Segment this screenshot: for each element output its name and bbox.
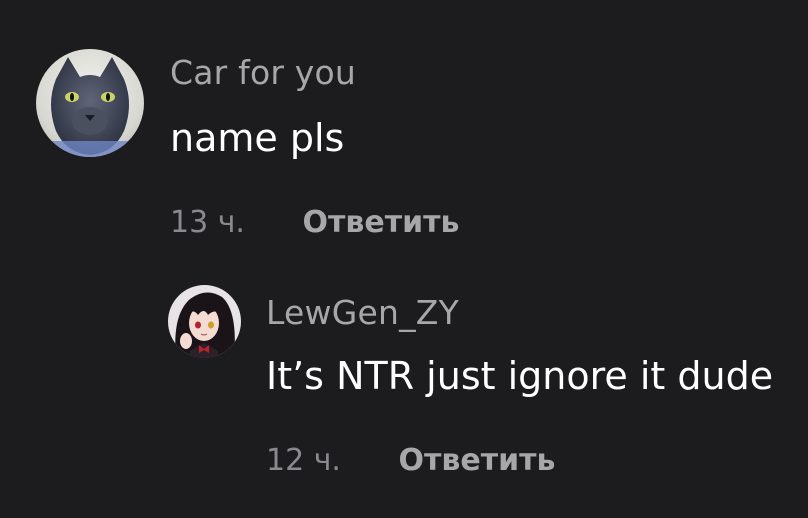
reply-button[interactable]: Ответить	[303, 205, 460, 240]
comment-timestamp: 13 ч.	[170, 205, 245, 240]
comment-username[interactable]: LewGen_ZY	[266, 293, 459, 332]
comment-text: name pls	[170, 116, 345, 160]
comment-meta: 12 ч. Ответить	[266, 443, 556, 478]
anime-girl-avatar-icon[interactable]	[168, 285, 241, 358]
comment-timestamp: 12 ч.	[266, 443, 341, 478]
comment-username[interactable]: Car for you	[170, 53, 356, 92]
reply-button[interactable]: Ответить	[399, 443, 556, 478]
comment-text: It’s NTR just ignore it dude	[266, 354, 774, 398]
comment-meta: 13 ч. Ответить	[170, 205, 460, 240]
black-cat-avatar-icon[interactable]	[36, 49, 144, 157]
